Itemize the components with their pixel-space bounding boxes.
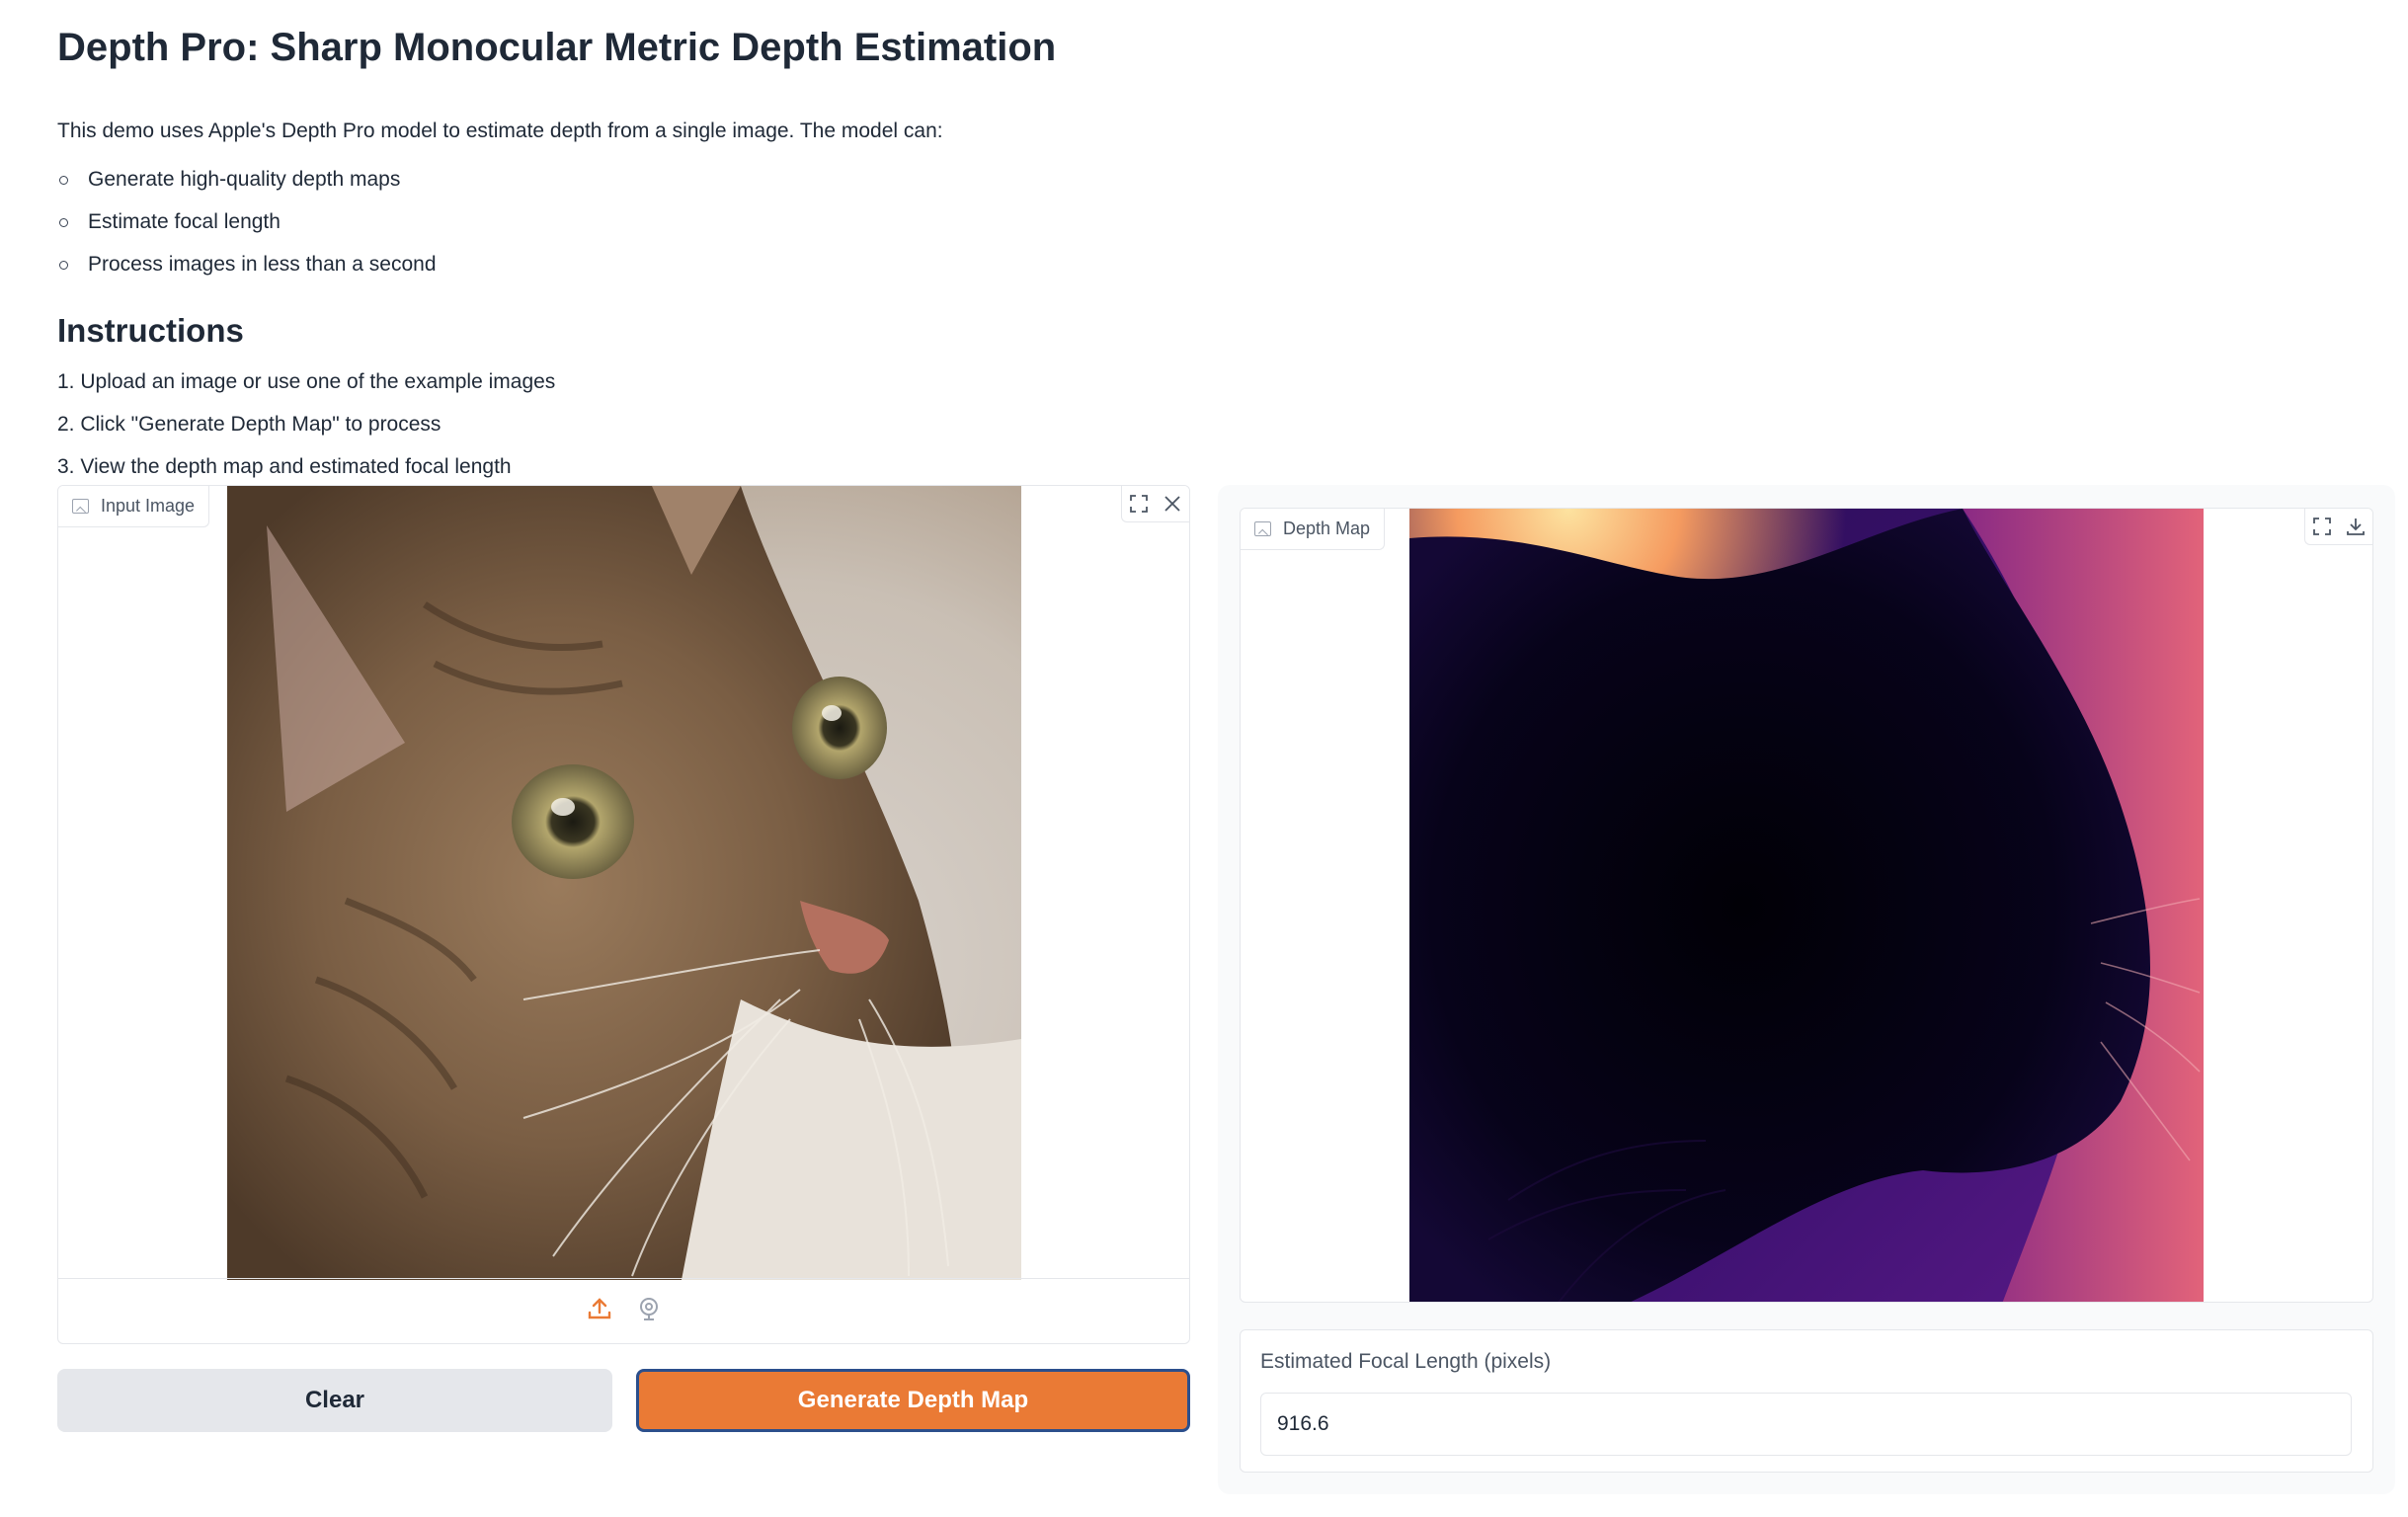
input-image-toolbar: [1121, 486, 1189, 522]
page-title: Depth Pro: Sharp Monocular Metric Depth …: [57, 26, 1057, 69]
close-icon[interactable]: [1156, 486, 1189, 521]
feature-item: Process images in less than a second: [57, 243, 1440, 285]
focal-length-field[interactable]: 916.6: [1260, 1393, 2352, 1456]
bullet-icon: [59, 176, 68, 185]
depth-map-panel: Depth Map: [1240, 508, 2373, 1303]
depth-map-label: Depth Map: [1241, 509, 1386, 550]
image-source-bar: [58, 1278, 1189, 1343]
page-header: Depth Pro: Sharp Monocular Metric Depth …: [57, 22, 1440, 488]
fullscreen-icon[interactable]: [2305, 509, 2339, 544]
bullet-icon: [59, 218, 68, 227]
focal-length-label: Estimated Focal Length (pixels): [1260, 1350, 1552, 1373]
clear-button[interactable]: Clear: [57, 1369, 612, 1432]
image-icon: [1254, 521, 1271, 536]
instruction-step: 2. Click "Generate Depth Map" to process: [57, 413, 441, 436]
fullscreen-icon[interactable]: [1122, 486, 1156, 521]
depth-map-image: [1409, 509, 2204, 1302]
feature-item: Generate high-quality depth maps: [57, 158, 1440, 200]
intro-text: This demo uses Apple's Depth Pro model t…: [57, 120, 943, 142]
image-icon: [72, 499, 89, 514]
instruction-step: 1. Upload an image or use one of the exa…: [57, 370, 556, 393]
upload-icon[interactable]: [587, 1296, 612, 1326]
input-cat-image: [227, 486, 1021, 1280]
input-image-label: Input Image: [58, 486, 210, 527]
webcam-icon[interactable]: [636, 1296, 662, 1326]
download-icon[interactable]: [2339, 509, 2372, 544]
instruction-step: 3. View the depth map and estimated foca…: [57, 455, 512, 478]
generate-depth-map-button[interactable]: Generate Depth Map: [636, 1369, 1190, 1432]
depth-map-toolbar: [2304, 509, 2372, 545]
instructions-heading: Instructions: [57, 312, 244, 349]
feature-list: Generate high-quality depth maps Estimat…: [57, 158, 1440, 285]
focal-length-output: Estimated Focal Length (pixels) 916.6: [1240, 1329, 2373, 1473]
bullet-icon: [59, 261, 68, 270]
feature-item: Estimate focal length: [57, 200, 1440, 243]
input-image-panel[interactable]: Input Image: [57, 485, 1190, 1344]
instruction-steps: 1. Upload an image or use one of the exa…: [57, 360, 1440, 488]
output-column: Depth Map Estimated Focal Length (pixels…: [1218, 485, 2395, 1494]
